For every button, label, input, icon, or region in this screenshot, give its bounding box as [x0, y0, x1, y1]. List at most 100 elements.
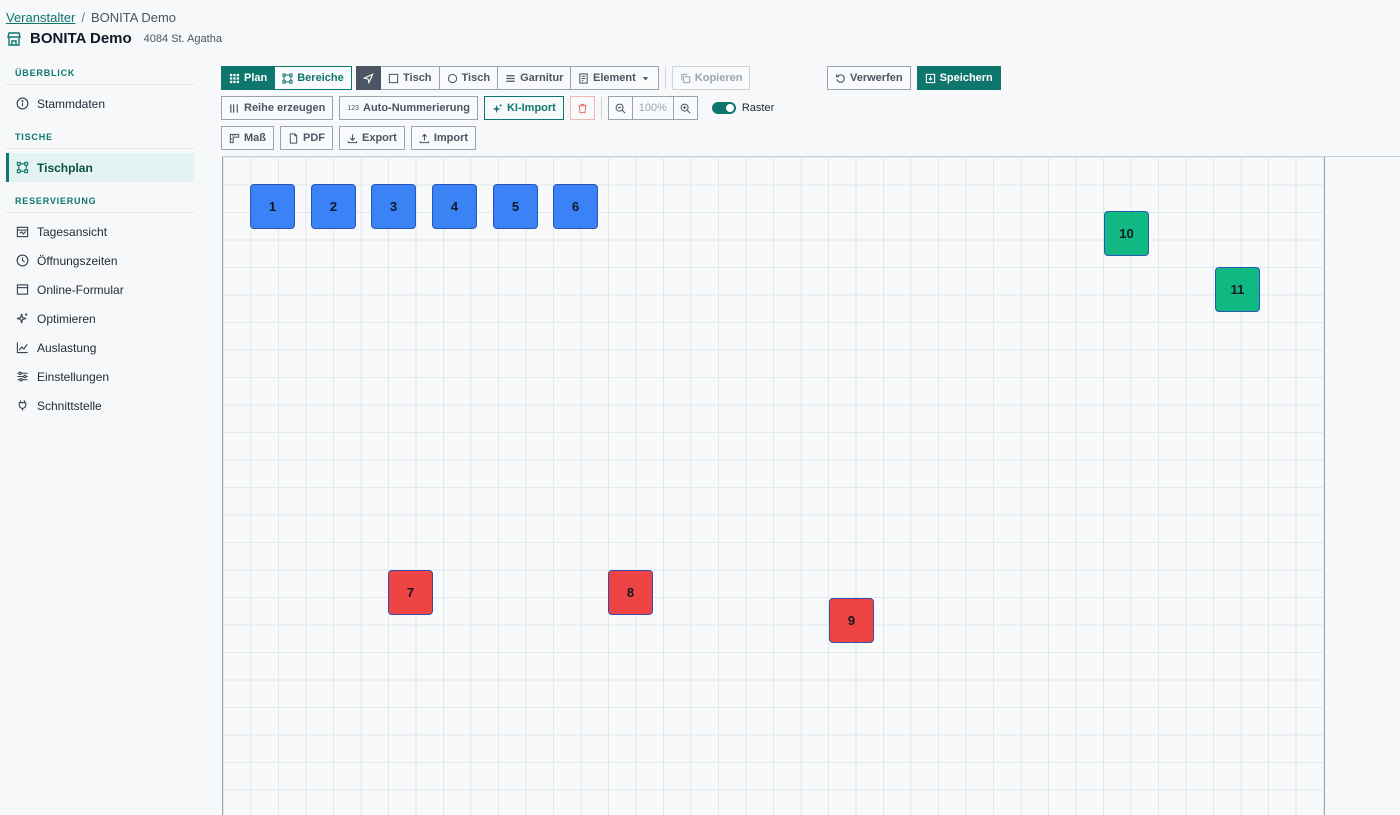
sparkle-icon: [492, 102, 503, 113]
sidebar-item-label: Schnittstelle: [37, 398, 102, 413]
reihe-label: Reihe erzeugen: [244, 102, 326, 114]
plan-tab-button[interactable]: Plan: [221, 66, 276, 90]
table-3[interactable]: 3: [371, 184, 416, 229]
zoom-in-icon: [680, 103, 691, 113]
table-4[interactable]: 4: [432, 184, 477, 229]
info-icon: [16, 97, 29, 110]
raster-toggle[interactable]: [711, 102, 736, 114]
auto-numbering-button[interactable]: 123 Auto-Nummerierung: [339, 96, 478, 120]
square-icon: [388, 73, 399, 83]
zoom-out-button[interactable]: [607, 96, 633, 120]
pdf-label: PDF: [303, 132, 325, 144]
speichern-label: Speichern: [939, 72, 993, 84]
pdf-button[interactable]: PDF: [280, 126, 333, 150]
breadcrumb-link-veranstalter[interactable]: Veranstalter: [6, 10, 75, 25]
mass-label: Maß: [244, 132, 266, 144]
breadcrumb: Veranstalter / BONITA Demo: [6, 10, 176, 25]
sidebar-item-einstellungen[interactable]: Einstellungen: [6, 362, 194, 391]
row-icon: [230, 103, 238, 113]
element-label: Element: [593, 72, 636, 84]
numbering-icon: 123: [347, 104, 359, 112]
copy-button[interactable]: Kopieren: [671, 66, 751, 90]
export-label: Export: [362, 132, 397, 144]
clock-icon: [16, 254, 29, 267]
layout-icon: [16, 161, 29, 174]
sparkle-icon: [16, 313, 28, 324]
add-round-table-button[interactable]: Tisch: [439, 66, 499, 90]
table-5[interactable]: 5: [493, 184, 538, 229]
sidebar-item-oeffnungszeiten[interactable]: Öffnungszeiten: [6, 246, 194, 275]
delete-button[interactable]: [569, 96, 595, 120]
sidebar-section-ueberblick: ÜBERBLICK: [6, 62, 194, 85]
form-icon: [16, 284, 29, 295]
zoom-out-icon: [615, 103, 626, 113]
areas-icon: [282, 72, 293, 84]
save-icon: [925, 73, 935, 83]
table-6[interactable]: 6: [553, 184, 598, 229]
measure-button[interactable]: Maß: [221, 126, 274, 150]
sidebar-item-stammdaten[interactable]: Stammdaten: [6, 89, 194, 118]
discard-button[interactable]: Verwerfen: [827, 66, 911, 90]
element-icon: [579, 72, 588, 84]
import-button[interactable]: Import: [410, 126, 477, 150]
raster-toggle-group: Raster: [711, 102, 775, 114]
save-group: Verwerfen Speichern: [827, 66, 1001, 90]
table-8[interactable]: 8: [608, 570, 653, 615]
tools-row-2: Reihe erzeugen 123 Auto-Nummerierung KI-…: [221, 96, 774, 120]
sliders-icon: [17, 371, 28, 382]
sidebar-section-reservierung: RESERVIERUNG: [6, 190, 194, 213]
autonum-label: Auto-Nummerierung: [363, 102, 470, 114]
circle-icon: [447, 73, 457, 83]
select-tool-button[interactable]: [356, 66, 381, 90]
tisch-rect-label: Tisch: [403, 72, 432, 84]
add-rect-table-button[interactable]: Tisch: [381, 66, 440, 90]
zoom-in-button[interactable]: [672, 96, 698, 120]
caret-down-icon: [642, 76, 649, 80]
upload-icon: [419, 133, 430, 143]
store-icon: [7, 31, 21, 46]
sidebar-item-label: Tischplan: [37, 160, 93, 175]
kiimport-label: KI-Import: [506, 102, 556, 114]
zoom-group: 100%: [607, 96, 698, 120]
verwerfen-label: Verwerfen: [850, 72, 903, 84]
breadcrumb-separator: /: [81, 10, 85, 25]
sidebar: ÜBERBLICK Stammdaten TISCHE Tischplan RE…: [6, 62, 194, 420]
sidebar-item-label: Tagesansicht: [37, 224, 108, 239]
chart-icon: [16, 342, 28, 354]
add-garnitur-button[interactable]: Garnitur: [498, 66, 572, 90]
sidebar-item-tagesansicht[interactable]: Tagesansicht: [6, 217, 194, 246]
table-7[interactable]: 7: [388, 570, 433, 615]
sidebar-item-label: Öffnungszeiten: [37, 253, 118, 268]
table-1[interactable]: 1: [250, 184, 295, 229]
sidebar-section-tische: TISCHE: [6, 126, 194, 149]
kopieren-label: Kopieren: [694, 72, 743, 84]
table-2[interactable]: 2: [311, 184, 356, 229]
floor-plan-canvas[interactable]: 1 2 3 4 5 6 7 8 9 10 11: [222, 157, 1325, 815]
sidebar-item-label: Online-Formular: [37, 282, 124, 297]
bereiche-tab-button[interactable]: Bereiche: [275, 66, 352, 90]
table-11[interactable]: 11: [1215, 267, 1260, 312]
breadcrumb-current: BONITA Demo: [91, 10, 177, 25]
venue-header: BONITA Demo 4084 St. Agatha: [6, 30, 222, 47]
ruler-icon: [229, 133, 240, 143]
table-9[interactable]: 9: [829, 598, 874, 643]
venue-address: 4084 St. Agatha: [143, 32, 222, 45]
sidebar-item-auslastung[interactable]: Auslastung: [6, 333, 194, 362]
sidebar-item-online-formular[interactable]: Online-Formular: [6, 275, 194, 304]
table-10[interactable]: 10: [1104, 211, 1149, 256]
tool-group: Tisch Tisch Garnitur: [356, 66, 572, 90]
save-button[interactable]: Speichern: [916, 66, 1001, 90]
undo-icon: [836, 73, 845, 83]
sidebar-item-tischplan[interactable]: Tischplan: [6, 153, 194, 182]
element-dropdown-wrap: Element Kopieren: [570, 66, 751, 90]
raster-label: Raster: [741, 102, 775, 114]
element-dropdown[interactable]: Element: [570, 66, 659, 90]
file-icon: [289, 132, 298, 144]
cursor-arrow-icon: [363, 72, 374, 84]
sidebar-item-optimieren[interactable]: Optimieren: [6, 304, 194, 333]
export-button[interactable]: Export: [339, 126, 405, 150]
ai-import-button[interactable]: KI-Import: [483, 96, 564, 120]
sidebar-item-schnittstelle[interactable]: Schnittstelle: [6, 391, 194, 420]
create-row-button[interactable]: Reihe erzeugen: [221, 96, 334, 120]
garnitur-label: Garnitur: [520, 72, 564, 84]
